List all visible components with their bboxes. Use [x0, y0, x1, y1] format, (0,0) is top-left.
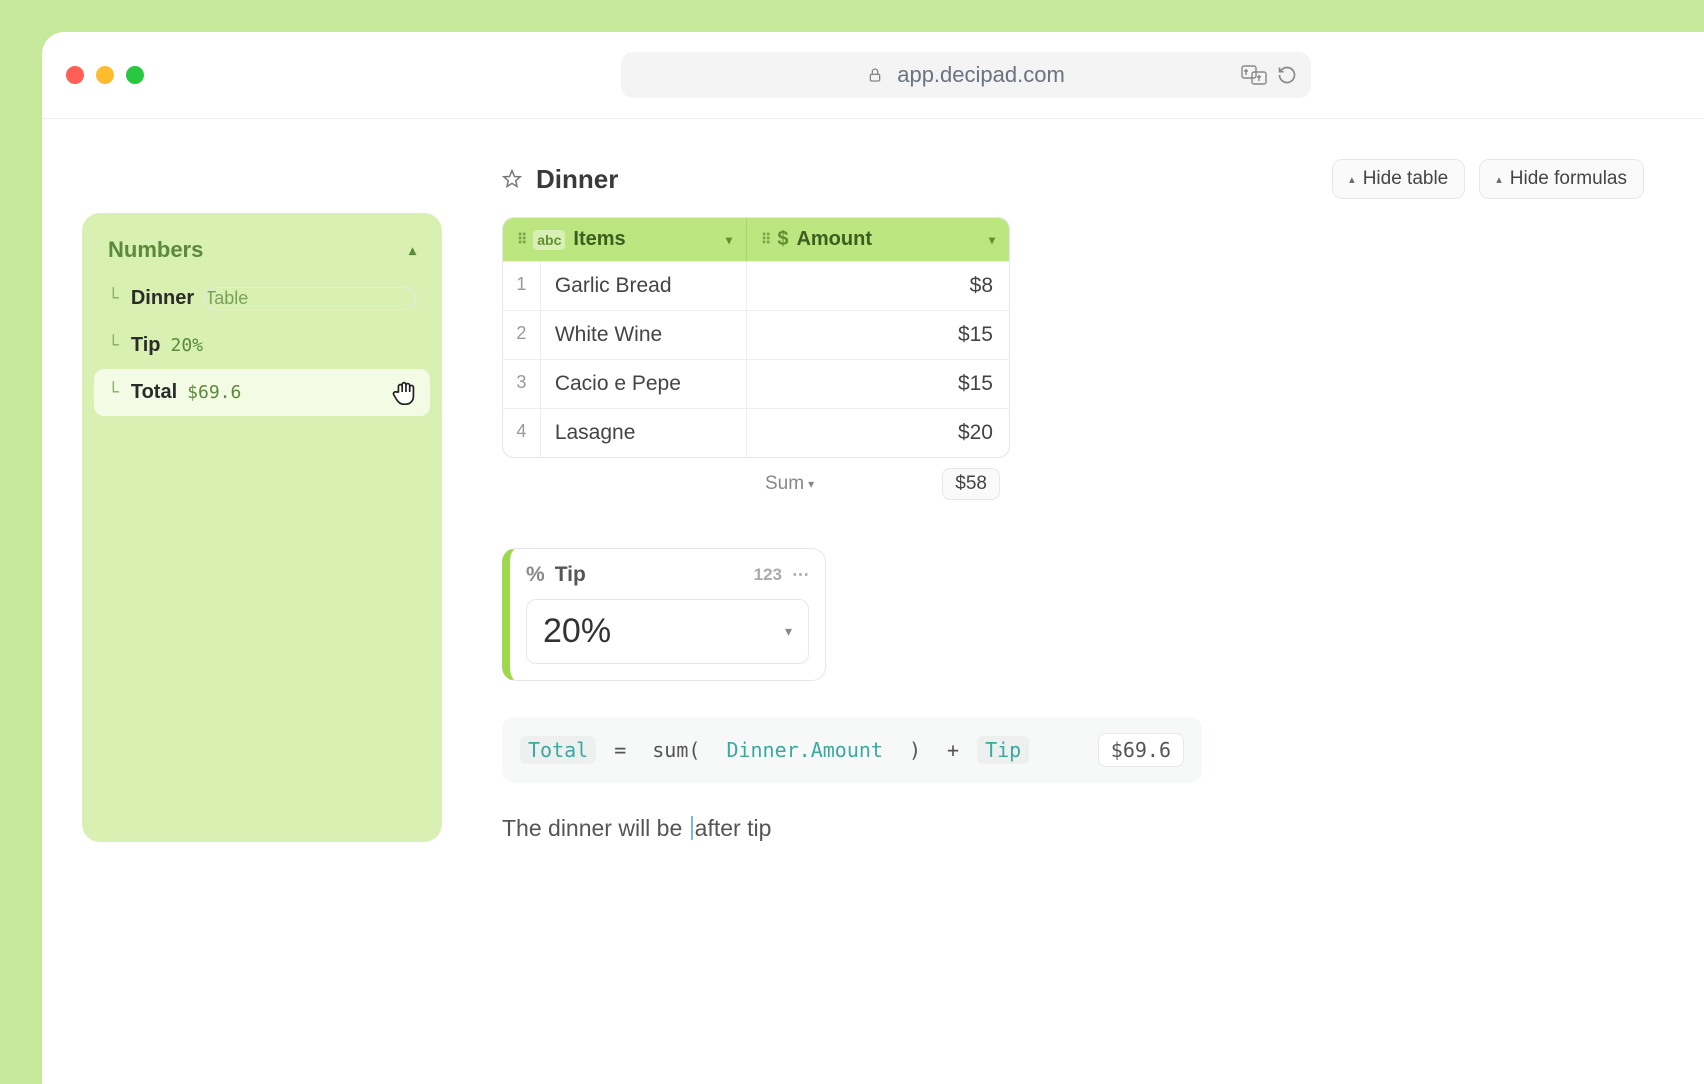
reload-icon[interactable] [1277, 65, 1297, 85]
aggregate-select[interactable]: Sum ▾ [765, 473, 814, 495]
sentence-text[interactable]: The dinner will be after tip [502, 815, 1644, 842]
format-hint[interactable]: 123 [754, 565, 782, 585]
more-icon[interactable]: ⋯ [792, 565, 809, 585]
sidebar-item-label: Total [131, 381, 177, 404]
text-type-icon: abc [533, 230, 565, 250]
cell-amount[interactable]: $15 [747, 360, 1009, 408]
dropdown-icon[interactable]: ▾ [785, 623, 792, 640]
table-row[interactable]: ⠿ 1 Garlic Bread $8 [503, 261, 1009, 310]
formula-close: ) [901, 736, 929, 764]
numbers-panel: Numbers ▴ └ Dinner Table └ Tip 20% └ Tot… [82, 213, 442, 842]
formula-plus: + [939, 736, 967, 764]
cell-amount[interactable]: $15 [747, 311, 1009, 359]
cell-item[interactable]: Cacio e Pepe [541, 360, 747, 408]
dropdown-icon[interactable]: ▾ [726, 233, 732, 247]
cell-amount[interactable]: $20 [747, 409, 1009, 457]
table-header-row: ⠿ abc Items ▾ ⠿ $ Amount ▾ [503, 218, 1009, 261]
dropdown-icon: ▾ [808, 477, 814, 491]
caret-up-icon: ▴ [409, 242, 416, 259]
tip-card-head: % Tip 123 ⋯ [526, 563, 809, 587]
tip-label[interactable]: Tip [555, 563, 586, 587]
triangle-up-icon: ▴ [1496, 173, 1502, 186]
traffic-lights [66, 66, 144, 84]
triangle-up-icon: ▴ [1349, 173, 1355, 186]
lock-icon [867, 67, 883, 83]
sidebar-item-value: $69.6 [187, 382, 241, 403]
grab-cursor-icon [390, 377, 420, 407]
formula-result: $69.6 [1098, 733, 1184, 767]
table-title[interactable]: Dinner [536, 164, 1318, 195]
content: Numbers ▴ └ Dinner Table └ Tip 20% └ Tot… [42, 119, 1704, 842]
fullscreen-window-icon[interactable] [126, 66, 144, 84]
dollar-icon: $ [777, 228, 788, 251]
formula-block[interactable]: Total = sum( Dinner.Amount ) + Tip $69.6 [502, 717, 1202, 783]
sentence-before: The dinner will be [502, 815, 689, 841]
text-caret-icon [691, 816, 693, 840]
tip-card: % Tip 123 ⋯ 20% ▾ [502, 548, 826, 681]
tip-value-input[interactable]: 20% ▾ [526, 599, 809, 664]
sentence-after: after tip [695, 815, 772, 841]
formula-var: Total [520, 736, 596, 764]
close-window-icon[interactable] [66, 66, 84, 84]
numbers-panel-title: Numbers [108, 237, 203, 263]
sidebar-item-value: 20% [170, 335, 203, 356]
numbers-panel-head[interactable]: Numbers ▴ [94, 231, 430, 275]
main-area: Dinner ▴Hide table ▴Hide formulas ⠿ abc … [502, 159, 1704, 842]
drag-handle-icon[interactable]: ⠿ [517, 231, 525, 248]
col-header-amount[interactable]: ⠿ $ Amount ▾ [747, 218, 1009, 261]
percent-icon: % [526, 563, 545, 587]
sidebar-item-dinner[interactable]: └ Dinner Table [94, 275, 430, 322]
row-index: 2 [503, 311, 541, 359]
sidebar-item-value: Table [204, 287, 416, 310]
hide-formulas-button[interactable]: ▴Hide formulas [1479, 159, 1644, 199]
drag-handle-icon[interactable]: ⠿ [761, 231, 769, 248]
row-index: 3 [503, 360, 541, 408]
row-index: 4 [503, 409, 541, 457]
formula-fn: sum( [644, 736, 708, 764]
table-row[interactable]: 2 White Wine $15 [503, 310, 1009, 359]
col-label: Amount [796, 228, 981, 251]
hide-table-button[interactable]: ▴Hide table [1332, 159, 1465, 199]
tree-branch-icon: └ [108, 288, 119, 309]
sidebar-item-label: Dinner [131, 287, 194, 310]
aggregate-value: $58 [942, 468, 1000, 500]
tree-branch-icon: └ [108, 335, 119, 356]
cell-item[interactable]: Garlic Bread [541, 262, 747, 310]
cell-item[interactable]: White Wine [541, 311, 747, 359]
dinner-table: ⠿ abc Items ▾ ⠿ $ Amount ▾ ⠿ [502, 217, 1010, 458]
cell-item[interactable]: Lasagne [541, 409, 747, 457]
url-bar[interactable]: app.decipad.com [621, 52, 1311, 98]
sidebar-item-label: Tip [131, 334, 161, 357]
table-row[interactable]: 4 Lasagne $20 [503, 408, 1009, 457]
formula-ref: Dinner.Amount [718, 736, 891, 764]
sidebar-item-tip[interactable]: └ Tip 20% [94, 322, 430, 369]
table-row[interactable]: 3 Cacio e Pepe $15 [503, 359, 1009, 408]
cell-amount[interactable]: $8 [747, 262, 1009, 310]
translate-icon[interactable] [1241, 65, 1267, 85]
aggregate-row: Sum ▾ $58 [502, 458, 1010, 500]
titlebar: app.decipad.com [42, 32, 1704, 119]
col-label: Items [573, 228, 718, 251]
tree-branch-icon: └ [108, 382, 119, 403]
star-icon[interactable] [502, 169, 522, 189]
dropdown-icon[interactable]: ▾ [989, 233, 995, 247]
row-index: 1 [503, 262, 541, 310]
table-section-head: Dinner ▴Hide table ▴Hide formulas [502, 159, 1644, 199]
browser-window: app.decipad.com Numbers ▴ └ Dinner Table… [42, 32, 1704, 1084]
tip-value: 20% [543, 612, 611, 651]
sidebar-item-total[interactable]: └ Total $69.6 [94, 369, 430, 416]
formula-tipref: Tip [977, 736, 1029, 764]
url-text: app.decipad.com [897, 62, 1065, 88]
minimize-window-icon[interactable] [96, 66, 114, 84]
formula-eq: = [606, 736, 634, 764]
col-header-items[interactable]: ⠿ abc Items ▾ [503, 218, 747, 261]
